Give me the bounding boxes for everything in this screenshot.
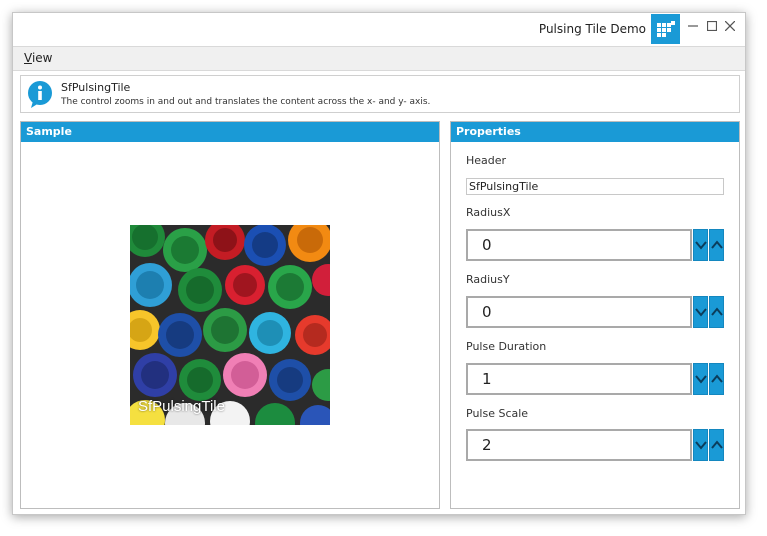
info-bar: SfPulsingTile The control zooms in and o… — [20, 75, 740, 113]
chevron-down-icon — [695, 241, 707, 250]
maximize-icon[interactable] — [703, 19, 721, 37]
sample-panel: Sample SfPulsingTile — [20, 121, 440, 509]
chevron-down-icon — [695, 375, 707, 384]
menu-view-access-key: V — [24, 51, 32, 65]
menu-view-label-rest: iew — [31, 51, 53, 65]
info-title: SfPulsingTile — [61, 81, 131, 94]
chevron-up-icon — [711, 374, 723, 383]
menu-bar: View — [13, 46, 745, 71]
radiusy-input[interactable]: 0 — [466, 296, 692, 328]
radiusy-label: RadiusY — [466, 273, 510, 286]
pulse-scale-up-button[interactable] — [709, 429, 724, 461]
pulse-duration-down-button[interactable] — [693, 363, 708, 395]
radiusx-label: RadiusX — [466, 206, 511, 219]
close-icon[interactable] — [721, 19, 739, 37]
window-title: Pulsing Tile Demo — [538, 22, 646, 36]
properties-panel: Properties Header RadiusX 0 RadiusY 0 Pu… — [450, 121, 740, 509]
app-tile-icon[interactable] — [651, 14, 680, 44]
title-bar: Pulsing Tile Demo — [13, 13, 745, 45]
pulse-scale-updown: 2 — [466, 429, 724, 461]
chevron-up-icon — [711, 240, 723, 249]
radiusy-up-button[interactable] — [709, 296, 724, 328]
radiusx-down-button[interactable] — [693, 229, 708, 261]
radiusy-updown: 0 — [466, 296, 724, 328]
header-input[interactable] — [466, 178, 724, 195]
header-label: Header — [466, 154, 507, 167]
app-window: Pulsing Tile Demo View SfPulsingTile The… — [12, 12, 746, 515]
pulse-scale-label: Pulse Scale — [466, 407, 529, 420]
pulse-duration-updown: 1 — [466, 363, 724, 395]
chevron-down-icon — [695, 308, 707, 317]
properties-panel-header: Properties — [451, 122, 739, 142]
menu-view[interactable]: View — [24, 51, 52, 65]
pulsing-tile[interactable]: SfPulsingTile — [130, 225, 330, 425]
radiusy-down-button[interactable] — [693, 296, 708, 328]
chevron-up-icon — [711, 440, 723, 449]
info-description: The control zooms in and out and transla… — [61, 97, 431, 107]
pulse-duration-label: Pulse Duration — [466, 340, 547, 353]
radiusx-updown: 0 — [466, 229, 724, 261]
chevron-up-icon — [711, 307, 723, 316]
pulse-scale-input[interactable]: 2 — [466, 429, 692, 461]
pulse-duration-input[interactable]: 1 — [466, 363, 692, 395]
chevron-down-icon — [695, 441, 707, 450]
minimize-icon[interactable] — [684, 19, 702, 37]
radiusx-input[interactable]: 0 — [466, 229, 692, 261]
sample-panel-header: Sample — [21, 122, 439, 142]
bottle-caps-image — [130, 225, 330, 425]
pulse-scale-down-button[interactable] — [693, 429, 708, 461]
info-icon — [27, 81, 53, 112]
pulse-duration-up-button[interactable] — [709, 363, 724, 395]
radiusx-up-button[interactable] — [709, 229, 724, 261]
tile-header-label: SfPulsingTile — [138, 398, 225, 415]
